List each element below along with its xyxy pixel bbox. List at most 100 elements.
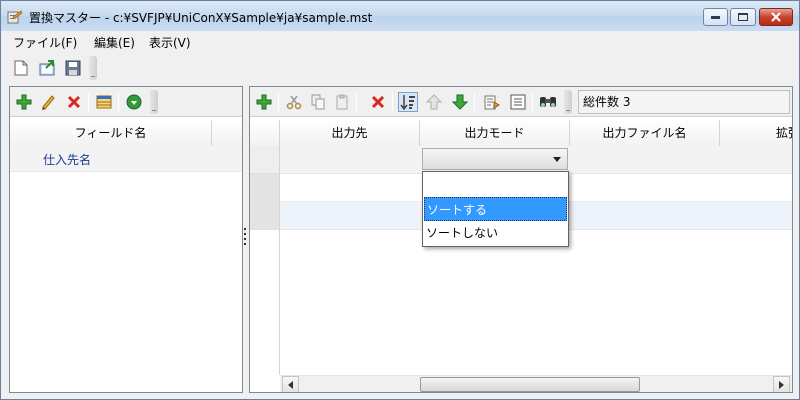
table-button[interactable] xyxy=(94,92,114,112)
row-header[interactable] xyxy=(250,202,280,230)
maximize-icon xyxy=(738,13,748,21)
column-header-extension[interactable]: 拡張 xyxy=(720,120,792,146)
title-bar[interactable]: 置換マスター - c:¥SVFJP¥UniConX¥Sample¥ja¥samp… xyxy=(1,1,799,31)
open-file-icon xyxy=(39,60,55,76)
delete-icon xyxy=(67,95,81,109)
output-mode-dropdown-list: ソートする ソートしない xyxy=(422,171,569,247)
total-count-display: 総件数 3 xyxy=(578,90,790,114)
minimize-icon xyxy=(711,15,720,19)
down-arrow-icon xyxy=(452,94,468,110)
replace-panel: 総件数 3 出力先 出力モード 出力ファイル名 拡張 ソー xyxy=(249,86,793,393)
splitter-grip-dot xyxy=(244,228,246,230)
open-file-button[interactable] xyxy=(37,58,57,78)
toolbar-separator xyxy=(118,93,119,111)
chevron-down-icon xyxy=(553,157,561,162)
new-file-button[interactable] xyxy=(11,58,31,78)
replace-table-header: 出力先 出力モード 出力ファイル名 拡張 xyxy=(250,120,792,146)
cut-button[interactable] xyxy=(284,92,304,112)
replace-panel-toolbar: 総件数 3 xyxy=(250,87,792,117)
copy-button[interactable] xyxy=(308,92,328,112)
row-header-filler xyxy=(250,230,280,375)
close-button[interactable] xyxy=(759,8,793,26)
toolbar-overflow-grip[interactable] xyxy=(89,56,97,80)
field-panel: フィールド名 仕入先名 xyxy=(9,86,243,393)
app-window: 置換マスター - c:¥SVFJP¥UniConX¥Sample¥ja¥samp… xyxy=(0,0,800,400)
paste-button[interactable] xyxy=(332,92,352,112)
row-header[interactable] xyxy=(250,174,280,202)
panel-splitter[interactable] xyxy=(243,226,247,248)
splitter-grip-dot xyxy=(244,238,246,240)
scroll-left-button[interactable] xyxy=(282,376,299,392)
up-arrow-icon xyxy=(426,94,442,110)
maximize-button[interactable] xyxy=(730,8,756,26)
toolbar-separator xyxy=(356,93,357,111)
move-up-button[interactable] xyxy=(424,92,444,112)
toolbar-separator xyxy=(88,93,89,111)
menu-bar: ファイル(F) 編集(E) 表示(V) xyxy=(1,31,799,53)
cut-icon xyxy=(286,95,302,110)
chevron-left-icon xyxy=(288,380,293,389)
scrollbar-thumb[interactable] xyxy=(420,377,640,392)
add-icon xyxy=(16,94,32,110)
list-icon xyxy=(510,94,526,110)
find-button[interactable] xyxy=(538,92,558,112)
app-icon xyxy=(7,10,23,24)
toolbar-separator xyxy=(532,93,533,111)
green-circle-icon xyxy=(126,94,142,110)
horizontal-scrollbar[interactable] xyxy=(280,375,792,392)
list-button[interactable] xyxy=(508,92,528,112)
save-button[interactable] xyxy=(63,58,83,78)
chevron-right-icon xyxy=(779,380,784,389)
add-row-button[interactable] xyxy=(254,92,274,112)
export-button[interactable] xyxy=(482,92,502,112)
status-button[interactable] xyxy=(124,92,144,112)
new-file-icon xyxy=(14,60,28,76)
toolbar-separator xyxy=(392,93,393,111)
delete-field-button[interactable] xyxy=(64,92,84,112)
sort-icon xyxy=(400,95,415,110)
edit-field-button[interactable] xyxy=(38,92,58,112)
menu-view[interactable]: 表示(V) xyxy=(149,34,191,51)
column-header-output-file-name[interactable]: 出力ファイル名 xyxy=(570,120,720,146)
menu-edit[interactable]: 編集(E) xyxy=(94,34,135,51)
close-icon xyxy=(771,12,781,22)
splitter-grip-dot xyxy=(244,233,246,235)
field-panel-toolbar xyxy=(10,87,242,117)
toolbar-overflow-grip[interactable] xyxy=(564,90,572,114)
toolbar-overflow-grip[interactable] xyxy=(150,90,158,114)
move-down-button[interactable] xyxy=(450,92,470,112)
row-header-corner xyxy=(250,120,280,146)
edit-icon xyxy=(42,95,55,110)
column-header-filler xyxy=(212,120,242,146)
dropdown-option-empty[interactable] xyxy=(424,173,567,197)
splitter-grip-dot xyxy=(244,243,246,245)
add-icon xyxy=(256,94,272,110)
row-header[interactable] xyxy=(250,146,280,174)
save-icon xyxy=(65,60,81,76)
dropdown-option-no-sort[interactable]: ソートしない xyxy=(424,221,567,245)
find-icon xyxy=(540,97,556,107)
add-field-button[interactable] xyxy=(14,92,34,112)
field-table-header: フィールド名 xyxy=(10,120,242,146)
window-title: 置換マスター - c:¥SVFJP¥UniConX¥Sample¥ja¥samp… xyxy=(29,11,373,25)
copy-icon xyxy=(311,94,325,110)
minimize-button[interactable] xyxy=(703,8,728,26)
main-toolbar xyxy=(1,53,799,83)
export-icon xyxy=(484,95,500,110)
field-name-cell: 仕入先名 xyxy=(43,153,92,167)
output-mode-select[interactable] xyxy=(422,148,568,170)
table-icon xyxy=(96,95,112,109)
dropdown-option-sort[interactable]: ソートする xyxy=(424,197,567,221)
column-header-output-mode[interactable]: 出力モード xyxy=(420,120,570,146)
scroll-right-button[interactable] xyxy=(773,376,790,392)
delete-row-button[interactable] xyxy=(368,92,388,112)
table-row[interactable]: 仕入先名 xyxy=(10,146,242,172)
toolbar-separator xyxy=(278,93,279,111)
menu-file[interactable]: ファイル(F) xyxy=(13,34,77,51)
sort-button[interactable] xyxy=(398,92,418,112)
paste-icon xyxy=(336,94,348,110)
delete-icon xyxy=(371,95,385,109)
toolbar-separator xyxy=(474,93,475,111)
column-header-output-target[interactable]: 出力先 xyxy=(280,120,420,146)
column-header-field-name[interactable]: フィールド名 xyxy=(10,120,212,146)
